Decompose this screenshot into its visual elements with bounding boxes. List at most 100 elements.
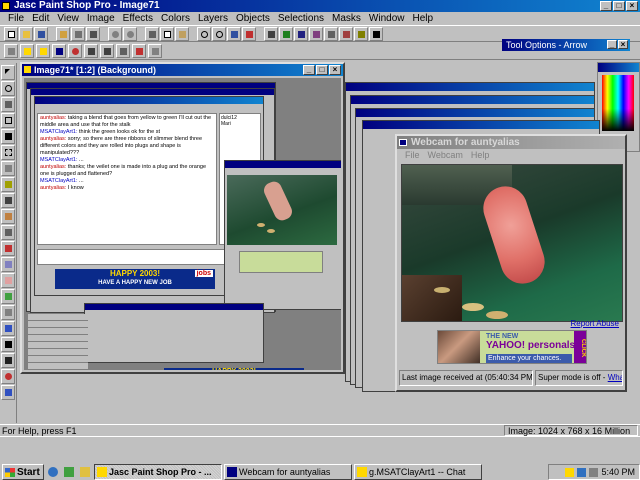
tool-toggle-7[interactable] [354,26,368,41]
menu-colors[interactable]: Colors [157,13,194,24]
selection-tool-icon[interactable] [1,145,15,160]
draw-tool-icon[interactable] [1,353,15,368]
paste-button[interactable] [175,26,189,41]
scan-button[interactable] [71,26,85,41]
palette-button[interactable] [242,26,256,41]
undo-button[interactable] [108,26,122,41]
retouch-tool-icon[interactable] [1,257,15,272]
magic-wand-tool-icon[interactable] [1,177,15,192]
tool-toggle-4[interactable] [309,26,323,41]
task-chat[interactable]: g.MSATClayArt1 -- Chat [354,464,482,480]
preset-shape-tool-icon[interactable] [1,369,15,384]
clone-tool-icon[interactable] [1,225,15,240]
zoom-tool-icon[interactable] [1,81,15,96]
new-file-button[interactable] [4,26,18,41]
volume-tray-icon[interactable] [589,467,599,477]
dropper-tool-icon[interactable] [1,193,15,208]
crop-tool-icon[interactable] [1,113,15,128]
histogram-icon[interactable] [84,44,98,58]
flood-fill-tool-icon[interactable] [1,321,15,336]
tool-toggle-5[interactable] [324,26,338,41]
image-maximize-button[interactable]: □ [316,65,328,75]
tool-toggle-1[interactable] [264,26,278,41]
report-abuse-link[interactable]: Report Abuse [571,319,619,328]
layer-icon[interactable] [52,44,66,58]
network-tray-icon[interactable] [577,467,587,477]
quick-launch-desktop-icon[interactable] [62,465,76,479]
menu-objects[interactable]: Objects [232,13,274,24]
copy-button[interactable] [160,26,174,41]
tool-options-palette[interactable]: Tool Options - Arrow _ × [502,39,630,51]
paintbrush-tool-icon[interactable] [1,209,15,224]
script-icon[interactable] [116,44,130,58]
image-close-button[interactable]: × [329,65,341,75]
deform-tool-icon[interactable] [1,97,15,112]
redo-button[interactable] [123,26,137,41]
image-minimize-button[interactable]: _ [303,65,315,75]
webcam-menu-help[interactable]: Help [467,149,494,162]
menu-view[interactable]: View [53,13,83,24]
freehand-tool-icon[interactable] [1,161,15,176]
print-button[interactable] [86,26,100,41]
mover-tool-icon[interactable] [1,129,15,144]
tool-toggle-6[interactable] [339,26,353,41]
quick-launch-outlook-icon[interactable] [78,465,92,479]
webcam-window[interactable]: Webcam for auntyalias File Webcam Help R… [395,134,627,392]
quick-launch-ie-icon[interactable] [46,465,60,479]
menu-effects[interactable]: Effects [119,13,157,24]
menu-selections[interactable]: Selections [274,13,328,24]
mask-icon[interactable] [68,44,82,58]
vector-tool-icon[interactable] [1,385,15,400]
image-canvas[interactable]: auntyalias: taking a blend that goes fro… [24,78,341,370]
color-spectrum[interactable] [602,75,634,131]
app-title-bar[interactable]: Jasc Paint Shop Pro - Image71 _ □ × [0,0,640,12]
arrow-tool-icon[interactable] [1,65,15,80]
color-replacer-tool-icon[interactable] [1,241,15,256]
color-icon[interactable] [20,44,34,58]
full-screen-icon[interactable] [132,44,146,58]
messenger-tray-icon[interactable] [565,467,575,477]
open-file-button[interactable] [19,26,33,41]
clock[interactable]: 5:40 PM [601,467,635,477]
menu-window[interactable]: Window [365,13,409,24]
view-button[interactable] [227,26,241,41]
text-tool-icon[interactable] [1,337,15,352]
menu-masks[interactable]: Masks [328,13,365,24]
zoom-out-icon[interactable] [212,26,226,41]
image-window[interactable]: Image71* [1:2] (Background) _ □ × auntya… [20,62,345,374]
menu-layers[interactable]: Layers [194,13,232,24]
jobs-banner-ad: HAPPY 2003! HAVE A HAPPY NEW JOB jobs [55,269,215,289]
image-window-title-bar[interactable]: Image71* [1:2] (Background) _ □ × [22,64,343,76]
task-paint-shop-pro[interactable]: Jasc Paint Shop Pro - ... [94,464,222,480]
save-button[interactable] [34,26,48,41]
overview-icon[interactable] [100,44,114,58]
menu-file[interactable]: File [4,13,28,24]
lock-icon[interactable] [148,44,162,58]
start-button[interactable]: Start [2,464,44,480]
context-help-button[interactable] [369,26,383,41]
fill-icon[interactable] [36,44,50,58]
eraser-tool-icon[interactable] [1,273,15,288]
grid-icon[interactable] [4,44,18,58]
tool-toggle-3[interactable] [294,26,308,41]
task-webcam[interactable]: Webcam for auntyalias [224,464,352,480]
menu-help[interactable]: Help [409,13,438,24]
tool-options-min-button[interactable]: _ [607,40,617,49]
yahoo-personals-ad[interactable]: THE NEW YAHOO! personals Enhance your ch… [437,330,587,364]
browse-button[interactable] [56,26,70,41]
airbrush-tool-icon[interactable] [1,305,15,320]
tool-options-close-button[interactable]: × [618,40,628,49]
menu-image[interactable]: Image [83,13,119,24]
webcam-menu-webcam[interactable]: Webcam [424,149,467,162]
close-button[interactable]: × [626,1,638,11]
zoom-in-icon[interactable] [197,26,211,41]
webcam-title-bar[interactable]: Webcam for auntyalias [397,136,625,149]
minimize-button[interactable]: _ [600,1,612,11]
menu-edit[interactable]: Edit [28,13,53,24]
webcam-menu-file[interactable]: File [401,149,424,162]
tool-toggle-2[interactable] [279,26,293,41]
cut-button[interactable] [145,26,159,41]
maximize-button[interactable]: □ [613,1,625,11]
whats-this-link[interactable]: What's this? [608,373,622,382]
picture-tube-tool-icon[interactable] [1,289,15,304]
